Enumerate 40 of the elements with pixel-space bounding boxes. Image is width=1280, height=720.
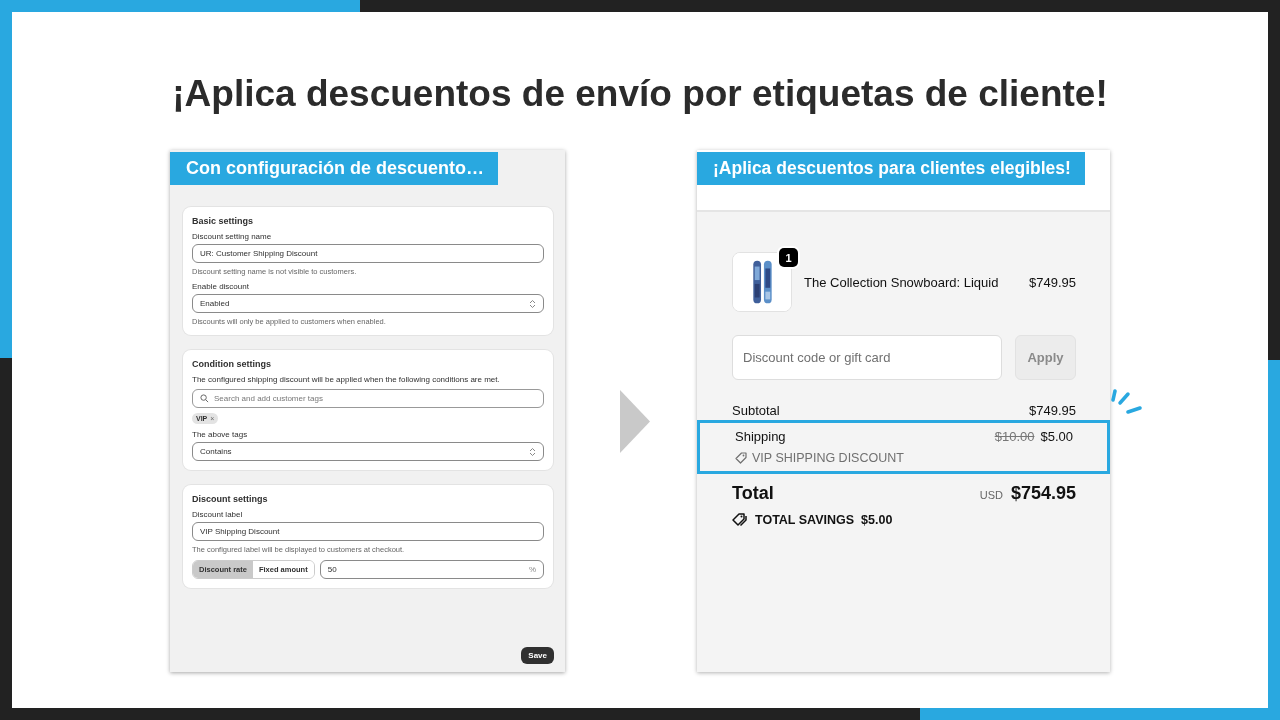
card-description: The configured shipping discount will be applied when the following conditions are met. — [192, 375, 501, 384]
banner-caption: Con configuración de descuento… — [170, 152, 499, 185]
total-value: $754.95 — [1010, 483, 1076, 504]
select-field[interactable]: Contains — [192, 442, 544, 461]
savings-value: $5.00 — [861, 513, 893, 527]
chevron-icon — [529, 298, 536, 309]
banner-caption: ¡Aplica descuentos para clientes elegibles! — [697, 152, 1085, 185]
currency-code: USD — [979, 489, 1003, 501]
shipping-label: Shipping — [735, 429, 786, 444]
number-field[interactable]: 50 % — [319, 560, 544, 579]
field-label: Discount label — [192, 510, 244, 519]
product-name: The Collection Snowboard: Liquid — [804, 274, 1000, 290]
shipping-price: $5.00 — [1040, 429, 1073, 444]
save-button[interactable]: Save — [521, 647, 554, 664]
card-heading: Condition settings — [192, 359, 272, 369]
subtotal-value: $749.95 — [1029, 403, 1076, 418]
quantity-badge: 1 — [779, 248, 798, 267]
discount-label: VIP SHIPPING DISCOUNT — [752, 451, 904, 465]
field-label: Discount setting name — [192, 232, 273, 241]
text-field[interactable]: UR: Customer Shipping Discount — [192, 244, 544, 263]
original-price: $10.00 — [994, 429, 1035, 444]
field-label: Enable discount — [192, 282, 250, 291]
tag-icon — [735, 452, 747, 464]
total-label: Total — [732, 483, 774, 504]
search-icon — [200, 394, 209, 403]
subtotal-label: Subtotal — [732, 403, 780, 418]
savings-label: TOTAL SAVINGS — [755, 513, 855, 527]
card-heading: Basic settings — [192, 216, 255, 226]
card-heading: Discount settings — [192, 494, 269, 504]
select-field[interactable]: Enabled — [192, 294, 544, 313]
unit-suffix: % — [528, 565, 536, 574]
slide-title: ¡Aplica descuentos de envío por etiquetas de cliente! — [172, 72, 1108, 116]
arrow-icon — [620, 390, 650, 453]
text-field[interactable]: VIP Shipping Discount — [192, 522, 544, 541]
field-label: The above tags — [192, 430, 249, 439]
search-field[interactable]: Search and add customer tags — [192, 389, 544, 408]
tags-icon — [732, 513, 748, 527]
discount-code-field[interactable]: Discount code or gift card — [732, 335, 1002, 380]
product-price: $749.95 — [1029, 274, 1076, 290]
chevron-icon — [529, 446, 536, 457]
